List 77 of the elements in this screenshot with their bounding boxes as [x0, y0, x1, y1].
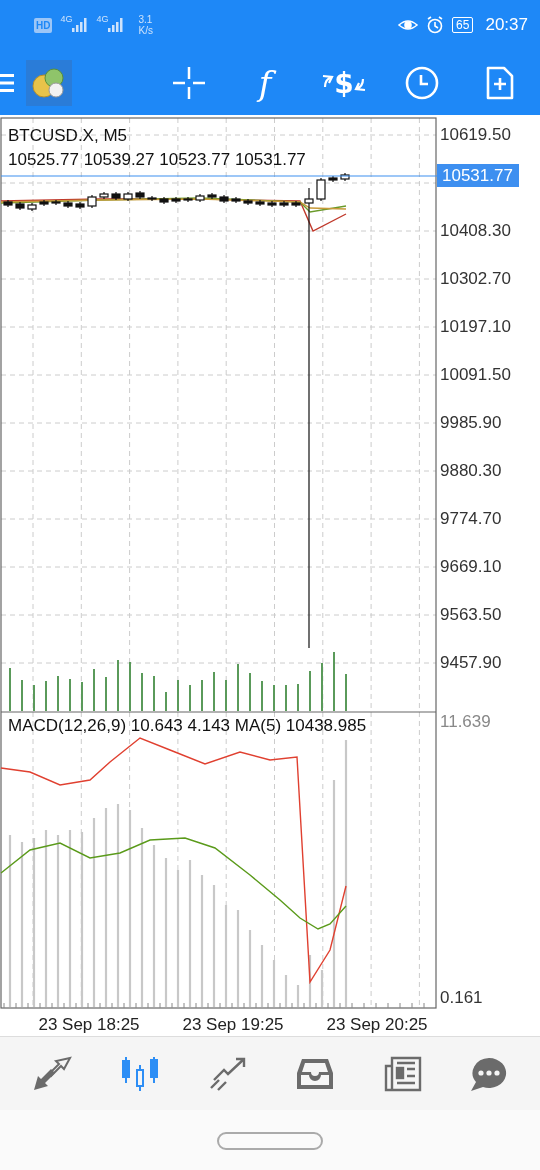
eye-icon: [398, 18, 419, 32]
time-label: 23 Sep 19:25: [182, 1014, 284, 1036]
candle: [243, 198, 253, 206]
price-label: 10091.50: [440, 365, 511, 385]
candle: [291, 200, 301, 208]
candle: [3, 199, 13, 208]
candle: [316, 177, 326, 202]
price-label: 9669.10: [440, 557, 502, 577]
candle: [63, 200, 73, 209]
indicator-value-label: 0.161: [440, 988, 483, 1008]
price-label: 10302.70: [440, 269, 511, 289]
candle: [159, 196, 169, 205]
histogram-bar: [284, 975, 288, 1007]
chat-icon: [470, 1055, 508, 1092]
candle: [15, 201, 25, 211]
indicator-value-label: 11.639: [440, 712, 491, 732]
candle: [87, 194, 97, 209]
crosshair-icon: [172, 66, 206, 100]
price-label: 10408.30: [440, 221, 511, 241]
trade-button[interactable]: $: [319, 58, 369, 108]
network-label: 4G: [60, 13, 73, 26]
histogram-bar: [296, 985, 300, 1007]
candle: [123, 191, 133, 202]
candlestick-icon: [120, 1054, 160, 1093]
new-chart-icon: [485, 65, 515, 101]
candle: [51, 199, 61, 206]
candle: [39, 199, 49, 207]
menu-icon: [0, 73, 14, 93]
histogram-bar: [308, 955, 312, 1007]
indicator-label: MACD(12,26,9) 10.643 4.143 MA(5) 10438.985: [8, 716, 367, 736]
alarm-icon: [426, 16, 445, 34]
signal-icon: [72, 18, 89, 32]
current-price-label: 10531.77: [437, 164, 519, 187]
candle: [111, 191, 121, 201]
time-label: 23 Sep 20:25: [326, 1014, 428, 1036]
price-label: 10619.50: [440, 125, 511, 145]
candle: [328, 175, 338, 183]
symbol-title: BTCUSD.X, M5: [8, 126, 128, 146]
candle: [75, 201, 85, 210]
price-label: 9880.30: [440, 461, 502, 481]
candle: [27, 202, 37, 212]
candle: [219, 194, 229, 204]
histogram-bar: [260, 945, 264, 1007]
speed-text: 3.1: [138, 14, 153, 25]
ohlc-values: 10525.77 10539.27 10523.77 10531.77: [8, 150, 306, 170]
network-label: 4G: [96, 13, 109, 26]
candle: [99, 191, 109, 200]
battery-icon: 65: [452, 17, 474, 33]
price-label: 9985.90: [440, 413, 502, 433]
arrows-icon: [32, 1055, 72, 1092]
candle: [340, 172, 350, 182]
price-label: 9563.50: [440, 605, 502, 625]
candle: [279, 200, 289, 208]
candle: [135, 190, 145, 200]
price-label: 10197.10: [440, 317, 511, 337]
hd-badge: HD: [34, 17, 53, 33]
time-label: 23 Sep 18:25: [38, 1014, 140, 1036]
candle: [171, 196, 181, 204]
clock-time: 20:37: [485, 14, 528, 37]
candle: [195, 193, 205, 203]
candle: [207, 192, 217, 200]
newspaper-icon: [382, 1055, 422, 1092]
app-logo[interactable]: [26, 60, 72, 106]
candle: [183, 196, 193, 203]
candle: [255, 199, 265, 207]
trend-icon: [208, 1055, 248, 1092]
home-indicator[interactable]: [217, 1132, 323, 1150]
speed-text: K/s: [138, 25, 153, 36]
candle: [231, 196, 241, 204]
price-label: 9774.70: [440, 509, 502, 529]
candle: [147, 195, 157, 202]
candle: [267, 200, 277, 208]
inbox-icon: [296, 1056, 334, 1091]
clock-icon: [405, 66, 439, 100]
signal-icon: [108, 18, 125, 32]
indicator-button[interactable]: f: [240, 58, 290, 108]
price-label: 9457.90: [440, 653, 502, 673]
